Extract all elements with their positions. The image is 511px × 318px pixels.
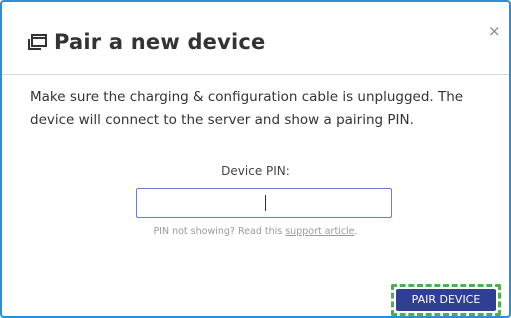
help-suffix: . <box>354 226 358 237</box>
dialog-header: Pair a new device <box>26 30 266 54</box>
pair-device-button[interactable]: PAIR DEVICE <box>396 289 496 311</box>
header-divider <box>2 74 509 75</box>
text-caret <box>265 195 266 211</box>
pin-label: Device PIN: <box>221 164 290 178</box>
close-icon[interactable]: × <box>488 24 501 39</box>
dialog-description: Make sure the charging & configuration c… <box>30 89 464 128</box>
pair-device-dialog: Pair a new device × Make sure the chargi… <box>0 0 511 318</box>
support-article-link[interactable]: support article <box>285 226 354 237</box>
help-text: PIN not showing? Read this support artic… <box>2 226 509 237</box>
help-prefix: PIN not showing? Read this <box>153 226 286 237</box>
device-window-icon <box>28 34 47 50</box>
device-pin-input[interactable] <box>136 188 392 218</box>
dialog-title: Pair a new device <box>54 30 266 54</box>
